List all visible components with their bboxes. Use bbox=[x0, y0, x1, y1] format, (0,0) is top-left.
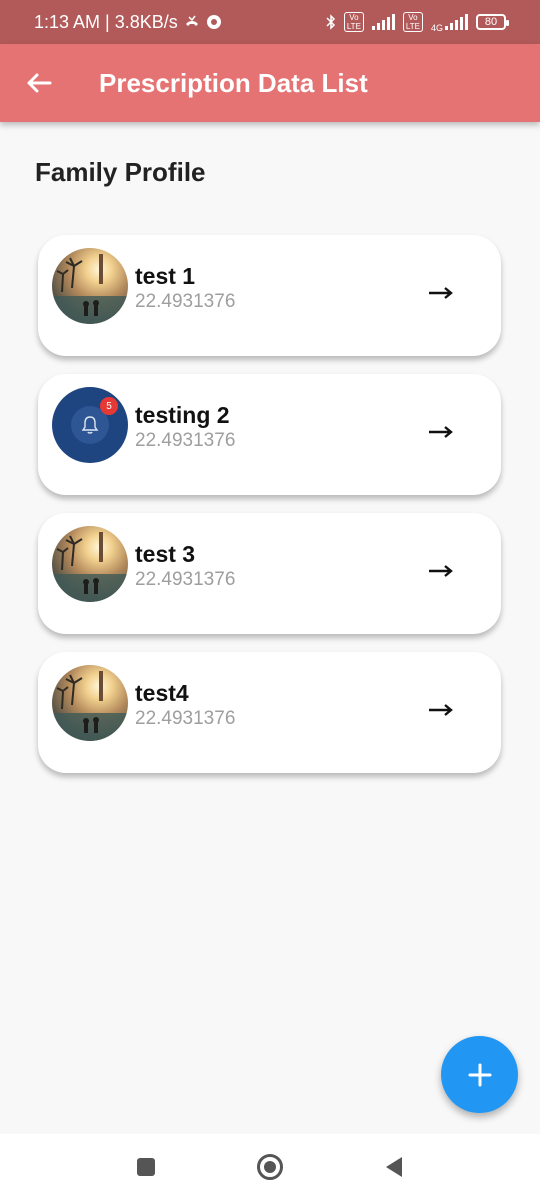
signal-icon-2 bbox=[445, 14, 468, 30]
back-nav-button[interactable] bbox=[380, 1153, 408, 1181]
bluetooth-icon bbox=[326, 14, 336, 30]
profile-name: test4 bbox=[135, 680, 189, 706]
notification-badge: 5 bbox=[100, 397, 118, 415]
bell-icon bbox=[81, 416, 99, 434]
recents-button[interactable] bbox=[132, 1153, 160, 1181]
battery-icon: 80 bbox=[476, 14, 509, 30]
page-title: Prescription Data List bbox=[99, 67, 368, 98]
volte-icon-2: Vo LTE bbox=[402, 12, 423, 32]
notification-avatar: 5 bbox=[71, 397, 118, 444]
avatar bbox=[52, 248, 128, 324]
profile-name: testing 2 bbox=[135, 402, 230, 428]
avatar bbox=[52, 526, 128, 602]
status-time: 1:13 AM | 3.8KB/s bbox=[34, 11, 178, 32]
square-icon bbox=[137, 1158, 155, 1176]
back-arrow-icon bbox=[27, 73, 52, 93]
status-bar: 1:13 AM | 3.8KB/s Vo LTE Vo LTE 4G 80 bbox=[0, 0, 540, 44]
profile-card[interactable]: test 3 22.4931376 bbox=[38, 513, 501, 634]
profile-card[interactable]: 5 testing 2 22.4931376 bbox=[38, 374, 501, 495]
arrow-right-icon bbox=[429, 704, 453, 716]
profile-name: test 3 bbox=[135, 541, 196, 567]
arrow-right-icon bbox=[429, 565, 453, 577]
system-nav-bar bbox=[0, 1134, 540, 1200]
palm-photo-icon bbox=[52, 671, 128, 741]
palm-photo-icon bbox=[52, 254, 128, 324]
volte-icon: Vo LTE bbox=[343, 12, 364, 32]
profile-value: 22.4931376 bbox=[135, 569, 236, 590]
add-profile-button[interactable] bbox=[441, 1036, 518, 1113]
profile-value: 22.4931376 bbox=[135, 708, 236, 729]
profile-card[interactable]: test 1 22.4931376 bbox=[38, 235, 501, 356]
missed-call-icon bbox=[184, 15, 200, 29]
arrow-right-icon bbox=[429, 426, 453, 438]
avatar: 5 bbox=[52, 387, 128, 463]
network-type: 4G bbox=[430, 23, 443, 33]
profile-value: 22.4931376 bbox=[135, 430, 236, 451]
plus-icon bbox=[468, 1063, 491, 1086]
avatar bbox=[52, 665, 128, 741]
signal-icon bbox=[371, 14, 395, 30]
home-button[interactable] bbox=[256, 1153, 284, 1181]
palm-photo-icon bbox=[52, 532, 128, 602]
section-title: Family Profile bbox=[35, 157, 206, 187]
back-button[interactable] bbox=[0, 44, 78, 122]
profile-name: test 1 bbox=[135, 263, 196, 289]
app-bar: Prescription Data List bbox=[0, 44, 540, 122]
triangle-back-icon bbox=[386, 1157, 402, 1177]
profile-value: 22.4931376 bbox=[135, 291, 236, 312]
chrome-icon bbox=[206, 14, 222, 30]
profile-list: test 1 22.4931376 5 testing 2 22.4931376 bbox=[38, 235, 501, 791]
circle-icon bbox=[257, 1154, 283, 1180]
profile-card[interactable]: test4 22.4931376 bbox=[38, 652, 501, 773]
arrow-right-icon bbox=[429, 287, 453, 299]
battery-level: 80 bbox=[484, 16, 498, 28]
